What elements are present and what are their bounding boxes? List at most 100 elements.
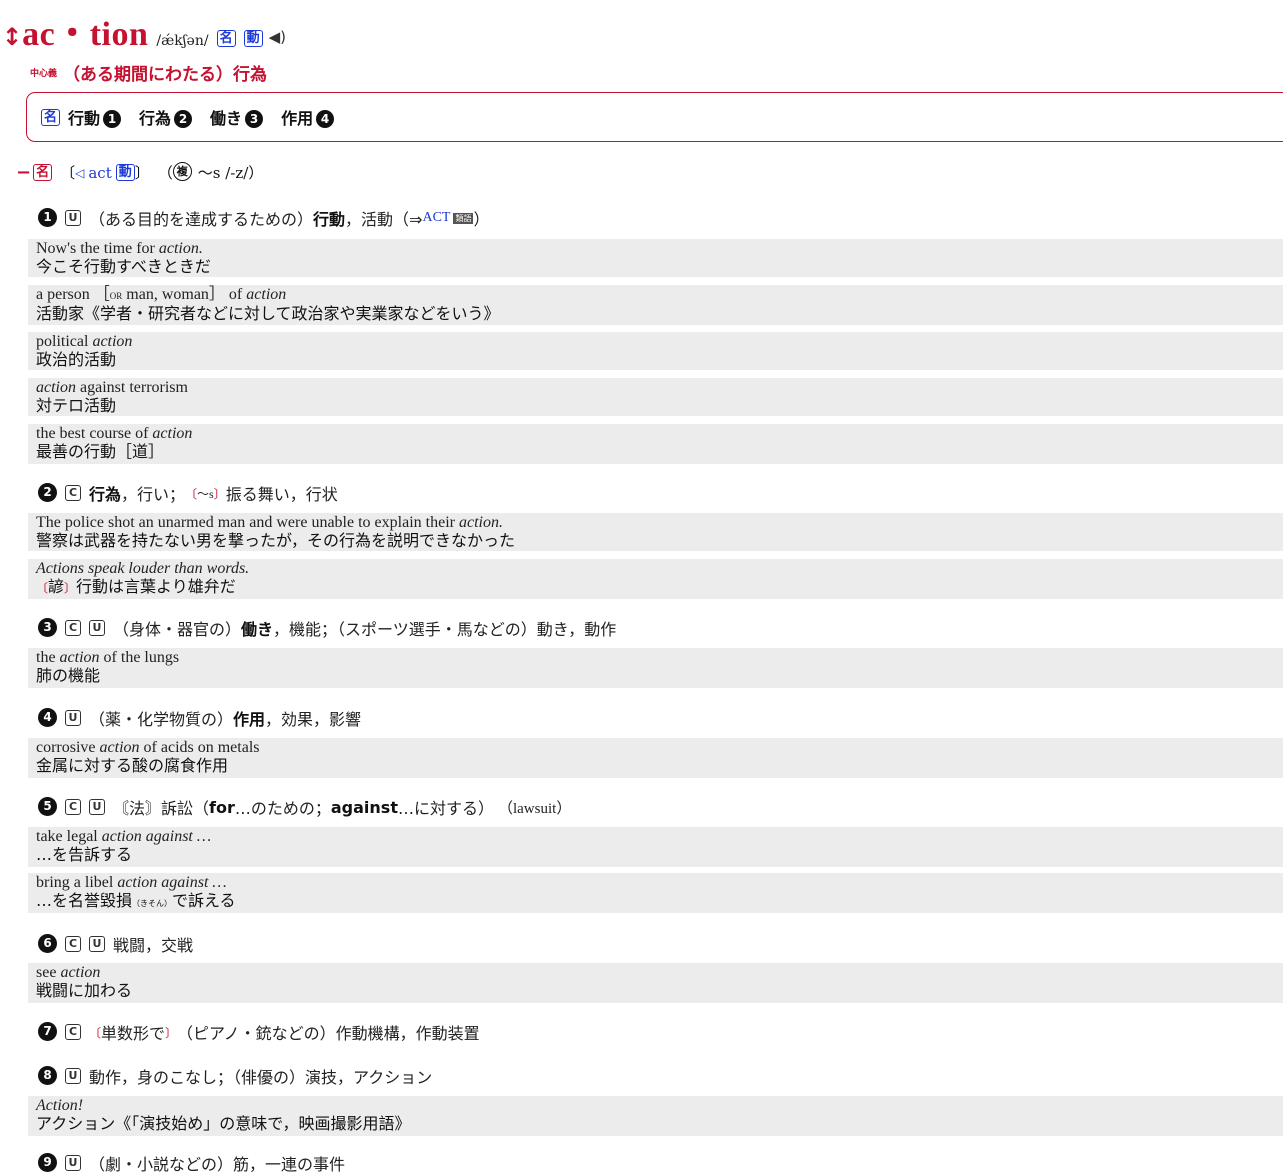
- example-en: corrosive action of acids on metals: [36, 738, 1283, 756]
- headword: ac・tion: [22, 16, 149, 53]
- example-ja: 活動家《学者・研究者などに対して政治家や実業家などをいう》: [36, 304, 500, 323]
- grammar-label: U: [65, 710, 81, 726]
- example-en: see action: [36, 963, 1283, 981]
- sense-keyword: 行動: [313, 210, 346, 229]
- example-text: of the lungs: [99, 649, 180, 666]
- example-text: against terrorism: [76, 379, 188, 396]
- ruby-reading: （きそん）: [132, 899, 173, 908]
- example: political action 政治的活動: [28, 332, 1283, 370]
- sense-pre: 〘法〙訴訟（: [113, 799, 210, 818]
- sense-number: 1: [38, 207, 57, 227]
- example-text: man, woman］ of: [122, 286, 247, 303]
- bracket: 〕: [165, 1025, 178, 1040]
- etymology-root-pos[interactable]: 動: [115, 164, 135, 181]
- sense-number: 6: [38, 933, 57, 953]
- sense-prep: for: [209, 797, 235, 817]
- sense-post: ，効果，影響: [265, 710, 362, 729]
- sense-7: 7 C 〔 単数形で 〕 （ピアノ・銃などの）作動機構，作動装置: [38, 1020, 480, 1044]
- example-ja-text: で訴える: [172, 891, 236, 910]
- example: Action! アクション《「演技始め」の意味で，映画撮影用語》: [28, 1096, 1283, 1136]
- example-text: the best course of: [36, 425, 153, 442]
- speaker-icon[interactable]: ◀︎): [269, 28, 286, 46]
- pos-label-noun: 名: [33, 164, 53, 181]
- example-en: political action: [36, 332, 1283, 350]
- example: the best course of action 最善の行動［道］: [28, 424, 1283, 464]
- sense-6: 6 C U 戦闘，交戦: [38, 932, 193, 956]
- example-headword: action against …: [117, 874, 227, 891]
- xref-tag: 類語: [453, 212, 474, 224]
- example-en: action against terrorism: [36, 378, 1283, 396]
- sense-number: 5: [38, 796, 57, 816]
- sense-post: 動作，身のこなし；（俳優の）演技，アクション: [89, 1068, 433, 1087]
- grammar-label: U: [65, 210, 81, 226]
- example-ja-text: …を名誉毀損: [36, 891, 133, 910]
- example-en: take legal action against …: [36, 827, 1283, 845]
- summary-item-number: 1: [103, 109, 122, 128]
- sense-1: 1 U （ある目的を達成するための） 行動 ，活動（⇒ ACT 類語 ）: [38, 206, 489, 230]
- summary-item: 働き 3: [210, 105, 264, 129]
- sense-number: 7: [38, 1021, 57, 1041]
- bracket: 〕: [213, 486, 226, 501]
- grammar-label: C: [65, 485, 81, 501]
- example-headword: action: [92, 333, 133, 350]
- summary-item: 行動 1: [68, 105, 122, 129]
- sense-end: ）: [473, 210, 490, 229]
- example: corrosive action of acids on metals 金属に対…: [28, 738, 1283, 778]
- bracket: 〔: [89, 1025, 102, 1040]
- sense-number: 2: [38, 482, 57, 502]
- grammar-label: C: [65, 620, 81, 636]
- summary-item-number: 2: [174, 109, 193, 128]
- example-text: bring a libel: [36, 874, 118, 891]
- example-ja: 金属に対する酸の腐食作用: [36, 756, 229, 775]
- example-ja: 戦闘に加わる: [36, 981, 133, 1000]
- sense-4: 4 U （薬・化学物質の） 作用 ，効果，影響: [38, 706, 361, 730]
- example-ja: 最善の行動［道］: [36, 442, 165, 461]
- plural-form: 〜s /-z/: [197, 164, 249, 182]
- pos-label-noun[interactable]: 名: [216, 30, 236, 47]
- example-headword: Action!: [36, 1097, 84, 1114]
- summary-item-text: 行動: [68, 109, 101, 128]
- etymology-root-link[interactable]: act: [88, 164, 111, 182]
- example-ja: アクション《「演技始め」の意味で，映画撮影用語》: [36, 1114, 411, 1133]
- sense-number: 9: [38, 1152, 57, 1172]
- example: the action of the lungs 肺の機能: [28, 648, 1283, 688]
- summary-item-text: 働き: [210, 109, 243, 128]
- pos-dash: −: [16, 162, 32, 183]
- example-headword: action: [36, 379, 76, 396]
- grammar-label: U: [89, 936, 105, 952]
- core-meaning: 中心義 （ある期間にわたる）行為: [30, 60, 267, 85]
- example-en: the action of the lungs: [36, 648, 1283, 666]
- example-ja: …を告訴する: [36, 845, 133, 864]
- example-en: The police shot an unarmed man and were …: [36, 513, 1283, 531]
- summary-item-number: 4: [316, 109, 335, 128]
- sense-post: ，機能；（スポーツ選手・馬などの）動き，動作: [273, 620, 617, 639]
- grammar-label: C: [65, 936, 81, 952]
- sense-pre: （薬・化学物質の）: [89, 710, 234, 729]
- sense-8: 8 U 動作，身のこなし；（俳優の）演技，アクション: [38, 1064, 432, 1088]
- example-en: bring a libel action against …: [36, 873, 1283, 891]
- example: take legal action against … …を告訴する: [28, 827, 1283, 867]
- plural-close: ）: [248, 164, 264, 182]
- pos-label-verb[interactable]: 動: [243, 30, 263, 47]
- example-headword: action.: [458, 514, 503, 531]
- example-text: political: [36, 333, 93, 350]
- proverb-label: 諺: [48, 577, 65, 596]
- example-headword: action: [99, 739, 140, 756]
- summary-item: 行為 2: [139, 105, 193, 129]
- sense-post: （lawsuit）: [497, 800, 572, 817]
- xref-link[interactable]: ACT: [422, 210, 450, 226]
- grammar-label: C: [65, 799, 81, 815]
- sense-pre: （劇・小説などの）: [89, 1155, 234, 1174]
- example-text: take legal: [36, 828, 102, 845]
- example-headword: action: [60, 964, 101, 981]
- plural-open: （: [157, 164, 173, 182]
- sense-keyword: 作用: [233, 710, 266, 729]
- example: bring a libel action against … …を名誉毀損（きそ…: [28, 873, 1283, 913]
- sense-mid: …のための；: [234, 799, 331, 818]
- example: a person ［OR man, woman］ of action 活動家《学…: [28, 285, 1283, 325]
- sense-post2: 振る舞い，行状: [225, 485, 338, 504]
- example-headword: action.: [158, 240, 203, 257]
- sense-pre: （身体・器官の）: [113, 620, 242, 639]
- example-headword: action: [152, 425, 193, 442]
- sense-prep: against: [330, 797, 398, 817]
